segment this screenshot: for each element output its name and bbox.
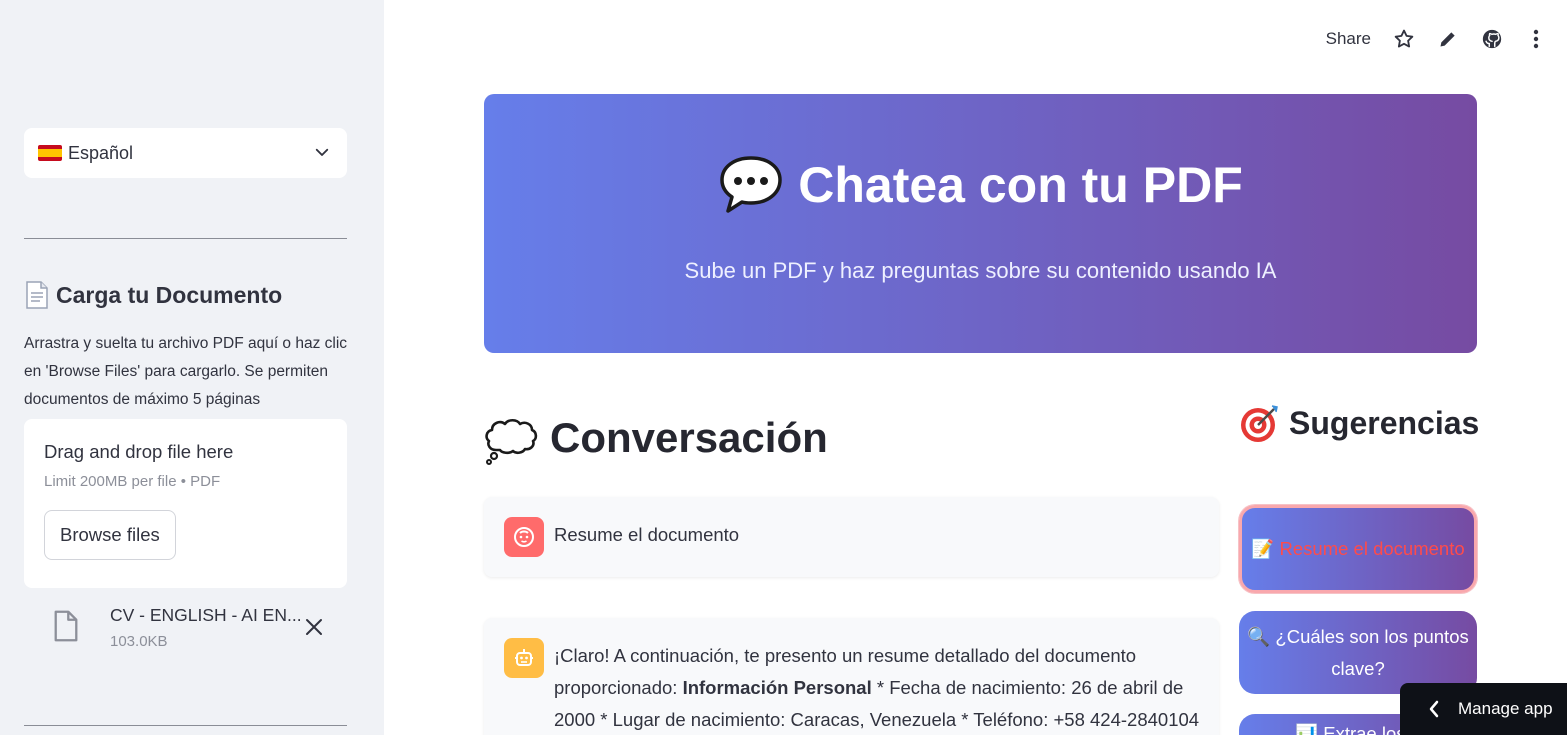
file-size: 103.0KB (110, 633, 168, 650)
conversation-title-text: Conversación (550, 414, 828, 461)
sidebar-divider (24, 238, 347, 239)
upload-section-title: Carga tu Documento (24, 280, 282, 310)
more-vertical-icon[interactable] (1525, 28, 1547, 50)
suggestion-button-key-points[interactable]: 🔍 ¿Cuáles son los puntos clave? (1239, 611, 1477, 694)
github-icon[interactable] (1481, 28, 1503, 50)
speech-bubble-icon (720, 156, 782, 213)
uploaded-file: CV - ENGLISH - AI EN... 103.0KB (24, 600, 347, 660)
dropzone-limit: Limit 200MB per file • PDF (44, 473, 221, 490)
upload-description: Arrastra y suelta tu archivo PDF aquí o … (24, 335, 348, 408)
thought-bubble-icon (485, 418, 538, 465)
suggestions-title-text: Sugerencias (1289, 404, 1480, 441)
pencil-icon[interactable] (1437, 28, 1459, 50)
chevron-left-icon (1429, 700, 1439, 718)
document-icon (26, 281, 48, 309)
sidebar: Español Carga tu Documento Arrastra y su… (0, 0, 384, 735)
upload-title-text: Carga tu Documento (56, 281, 283, 308)
close-icon[interactable] (304, 617, 324, 637)
share-button[interactable]: Share (1326, 29, 1371, 49)
suggestion-button-summarize[interactable]: 📝 Resume el documento (1239, 505, 1477, 593)
file-icon (54, 610, 78, 642)
target-icon (1241, 405, 1278, 442)
browse-files-button[interactable]: Browse files (44, 510, 176, 560)
star-icon[interactable] (1393, 28, 1415, 50)
assistant-message-text: ¡Claro! A continuación, te presento un r… (554, 640, 1204, 735)
spain-flag-icon (38, 145, 62, 161)
conversation-title: Conversación (484, 410, 828, 466)
language-select[interactable]: Español (24, 128, 347, 178)
user-message-text: Resume el documento (554, 524, 740, 545)
language-select-value: Español (68, 142, 134, 163)
top-toolbar: Share (1326, 24, 1547, 54)
user-avatar-icon (504, 517, 544, 557)
hero-subtitle: Sube un PDF y haz preguntas sobre su con… (684, 258, 1277, 283)
hero-title: Chatea con tu PDF (484, 154, 1477, 216)
chat-message-assistant: ¡Claro! A continuación, te presento un r… (484, 618, 1219, 735)
file-dropzone[interactable]: Drag and drop file here Limit 200MB per … (24, 419, 347, 588)
dropzone-title: Drag and drop file here (44, 441, 234, 462)
chevron-down-icon (315, 148, 329, 156)
suggestions-title: Sugerencias (1239, 402, 1479, 444)
file-name: CV - ENGLISH - AI EN... (110, 605, 302, 625)
hero-banner: Chatea con tu PDF Sube un PDF y haz preg… (484, 94, 1477, 353)
hero-title-text: Chatea con tu PDF (798, 157, 1243, 213)
bot-avatar-icon (504, 638, 544, 678)
assistant-text-bold: Información Personal (682, 677, 872, 698)
sidebar-divider-bottom (24, 725, 347, 726)
manage-app-label: Manage app (1458, 699, 1553, 718)
chat-message-user: Resume el documento (484, 497, 1219, 577)
manage-app-button[interactable]: Manage app (1400, 683, 1567, 735)
